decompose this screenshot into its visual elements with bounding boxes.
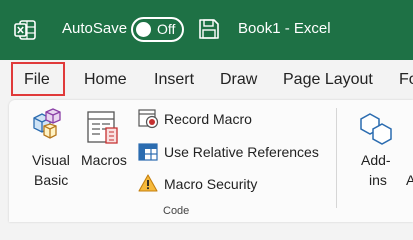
document-title: Book1 - Excel xyxy=(238,20,331,37)
warning-icon xyxy=(138,174,158,192)
relative-references-icon xyxy=(138,143,158,161)
macros-icon xyxy=(87,111,118,144)
save-icon[interactable] xyxy=(198,18,220,40)
toggle-knob xyxy=(136,22,151,37)
add-ins-label-2: ins xyxy=(369,172,387,188)
autosave-label: AutoSave xyxy=(62,20,128,37)
visual-basic-icon xyxy=(33,108,61,139)
tab-insert[interactable]: Insert xyxy=(154,71,194,89)
use-relative-references-label: Use Relative References xyxy=(164,144,319,160)
excel-icon[interactable] xyxy=(14,19,36,41)
tab-draw[interactable]: Draw xyxy=(220,71,257,89)
tab-page-layout[interactable]: Page Layout xyxy=(283,71,373,89)
record-macro-label: Record Macro xyxy=(164,111,252,127)
add-ins-label-1: Add- xyxy=(361,152,391,168)
autosave-state: Off xyxy=(157,21,176,37)
macros-label: Macros xyxy=(81,152,127,168)
partial-button-label[interactable]: A xyxy=(406,171,413,190)
visual-basic-label-2: Basic xyxy=(34,172,69,188)
tab-formulas-partial[interactable]: Fo xyxy=(399,71,413,89)
macro-security-label: Macro Security xyxy=(164,176,258,192)
autosave-toggle[interactable]: Off xyxy=(131,17,184,42)
record-macro-icon xyxy=(138,109,159,129)
title-bar: AutoSave Off Book1 - Excel xyxy=(0,0,413,60)
code-group-label: Code xyxy=(163,205,190,217)
group-separator xyxy=(336,108,337,208)
file-tab-highlight xyxy=(11,62,65,96)
tab-home[interactable]: Home xyxy=(84,71,127,89)
visual-basic-label-1: Visual xyxy=(32,152,70,168)
add-ins-icon xyxy=(360,113,392,145)
